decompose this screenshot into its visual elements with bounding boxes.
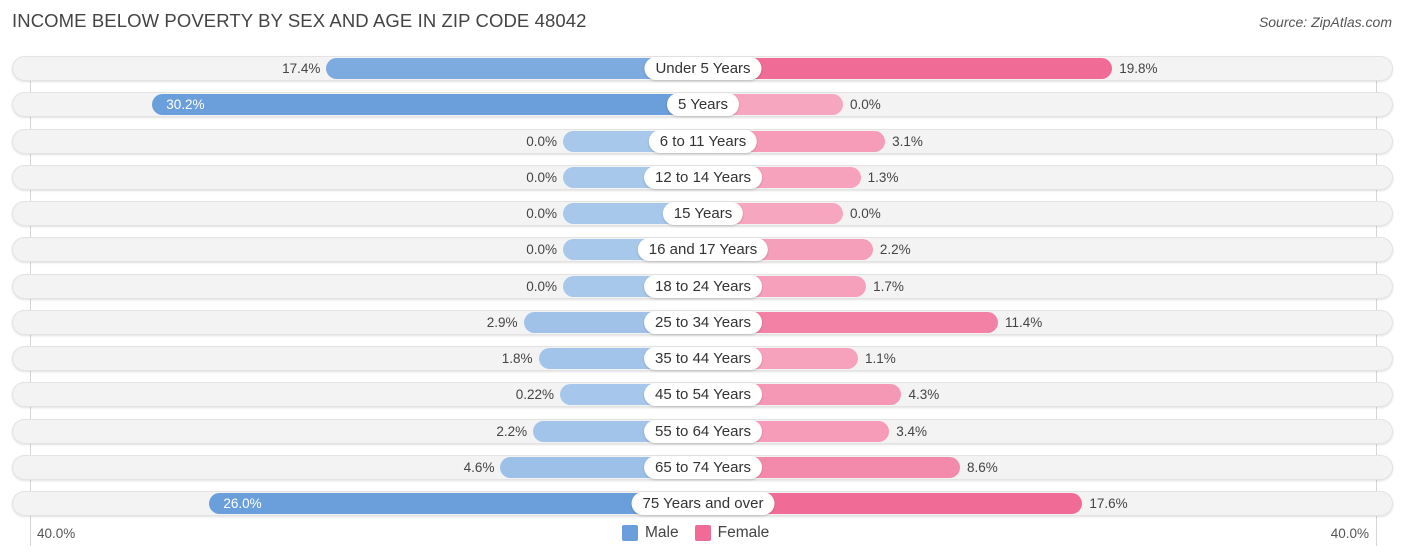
category-label: 5 Years bbox=[666, 93, 740, 117]
bar-male bbox=[209, 493, 703, 514]
category-label: 25 to 34 Years bbox=[644, 310, 762, 334]
value-label-female: 8.6% bbox=[966, 459, 998, 475]
axis-label-left: 40.0% bbox=[37, 526, 76, 541]
value-label-female: 0.0% bbox=[850, 206, 881, 221]
value-label-male: 17.4% bbox=[282, 61, 321, 76]
value-label-male: 0.0% bbox=[526, 206, 557, 221]
legend-label-male: Male bbox=[645, 524, 679, 541]
legend: Male Female bbox=[622, 524, 785, 542]
value-label-male: 0.0% bbox=[526, 278, 557, 294]
value-label-male: 2.2% bbox=[496, 423, 528, 439]
value-label-female: 2.2% bbox=[879, 242, 911, 258]
category-label: 12 to 14 Years bbox=[644, 165, 762, 189]
value-label-male: 4.6% bbox=[463, 459, 495, 475]
legend-swatch-male bbox=[622, 525, 638, 541]
legend-item-female: Female bbox=[694, 524, 770, 542]
category-label: 55 to 64 Years bbox=[644, 419, 762, 443]
value-label-female: 19.8% bbox=[1119, 61, 1158, 76]
category-label: Under 5 Years bbox=[644, 57, 762, 80]
value-label-male: 26.0% bbox=[223, 496, 262, 511]
source-label: Source: ZipAtlas.com bbox=[1258, 14, 1392, 30]
legend-label-female: Female bbox=[717, 524, 770, 541]
value-label-male: 2.9% bbox=[486, 314, 518, 330]
value-label-female: 3.1% bbox=[892, 133, 923, 149]
category-label: 6 to 11 Years bbox=[648, 129, 758, 153]
category-label: 18 to 24 Years bbox=[644, 274, 762, 298]
chart-title: INCOME BELOW POVERTY BY SEX AND AGE IN Z… bbox=[12, 10, 587, 31]
bar-male bbox=[152, 94, 703, 116]
legend-item-male: Male bbox=[622, 524, 679, 542]
value-label-male: 0.0% bbox=[526, 169, 557, 185]
value-label-female: 4.3% bbox=[908, 387, 940, 403]
value-label-female: 1.7% bbox=[873, 278, 904, 294]
category-label: 45 to 54 Years bbox=[644, 383, 762, 407]
value-label-male: 0.0% bbox=[526, 242, 557, 258]
value-label-female: 1.1% bbox=[864, 351, 896, 366]
category-label: 75 Years and over bbox=[631, 492, 775, 515]
category-label: 16 and 17 Years bbox=[637, 238, 769, 262]
value-label-male: 1.8% bbox=[501, 351, 533, 366]
category-label: 65 to 74 Years bbox=[644, 455, 762, 479]
value-label-female: 17.6% bbox=[1089, 496, 1128, 511]
value-label-male: 0.22% bbox=[515, 387, 555, 403]
value-label-male: 30.2% bbox=[166, 97, 205, 113]
value-label-female: 3.4% bbox=[896, 423, 928, 439]
bar-female bbox=[703, 58, 1113, 79]
value-label-female: 11.4% bbox=[1005, 314, 1043, 330]
legend-swatch-female bbox=[694, 525, 711, 541]
value-label-male: 0.0% bbox=[526, 133, 557, 149]
value-label-female: 1.3% bbox=[867, 169, 899, 185]
axis-label-right: 40.0% bbox=[1330, 526, 1369, 541]
value-label-female: 0.0% bbox=[850, 97, 881, 113]
category-label: 15 Years bbox=[662, 202, 744, 225]
category-label: 35 to 44 Years bbox=[644, 347, 762, 370]
